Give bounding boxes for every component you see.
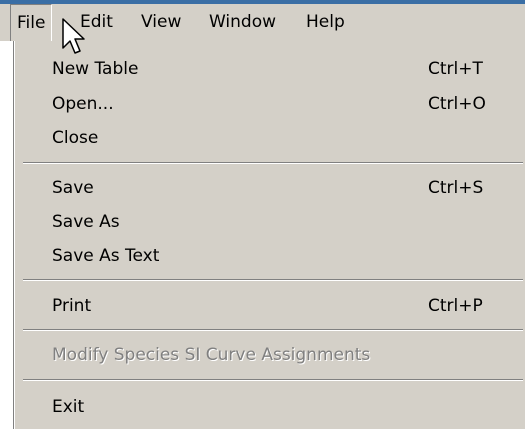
menu-item-label: Modify Species SI Curve Assignments — [52, 345, 371, 365]
menu-separator — [23, 162, 523, 164]
menu-item-label: Save — [52, 178, 94, 198]
menu-item-open[interactable]: Open... Ctrl+O — [15, 86, 525, 122]
menu-item-modify-species-si-curve-assignments: Modify Species SI Curve Assignments — [15, 337, 525, 373]
menu-item-label: Save As — [52, 212, 120, 232]
menu-item-label: New Table — [52, 59, 139, 79]
menu-item-label: Open... — [52, 94, 114, 114]
menu-item-save[interactable]: Save Ctrl+S — [15, 170, 525, 206]
menu-item-save-as-text[interactable]: Save As Text — [15, 238, 525, 274]
menu-file[interactable]: File — [10, 4, 53, 41]
menu-item-shortcut: Ctrl+P — [428, 296, 483, 316]
menu-item-exit[interactable]: Exit — [15, 389, 525, 425]
menu-view[interactable]: View — [141, 4, 181, 41]
file-dropdown-menu: New Table Ctrl+T Open... Ctrl+O Close Sa… — [13, 41, 525, 429]
menu-item-label: Print — [52, 296, 92, 316]
menu-bar: File Edit View Window Help — [0, 4, 525, 41]
menu-item-print[interactable]: Print Ctrl+P — [15, 288, 525, 324]
menu-help[interactable]: Help — [306, 4, 345, 41]
menu-edit[interactable]: Edit — [80, 4, 113, 41]
menu-window[interactable]: Window — [209, 4, 276, 41]
menu-item-save-as[interactable]: Save As — [15, 204, 525, 240]
menu-item-shortcut: Ctrl+S — [428, 178, 484, 198]
menu-item-shortcut: Ctrl+O — [428, 94, 486, 114]
menu-item-label: Close — [52, 128, 99, 148]
menu-item-label: Save As Text — [52, 246, 160, 266]
menu-separator — [23, 279, 523, 281]
menu-item-shortcut: Ctrl+T — [428, 59, 483, 79]
menu-item-label: Exit — [52, 397, 85, 417]
menu-separator — [23, 379, 523, 381]
menu-item-new-table[interactable]: New Table Ctrl+T — [15, 51, 525, 87]
menu-shadow-edge — [13, 41, 14, 429]
menu-separator — [23, 329, 523, 331]
menu-item-close[interactable]: Close — [15, 120, 525, 156]
window-background — [0, 41, 13, 429]
